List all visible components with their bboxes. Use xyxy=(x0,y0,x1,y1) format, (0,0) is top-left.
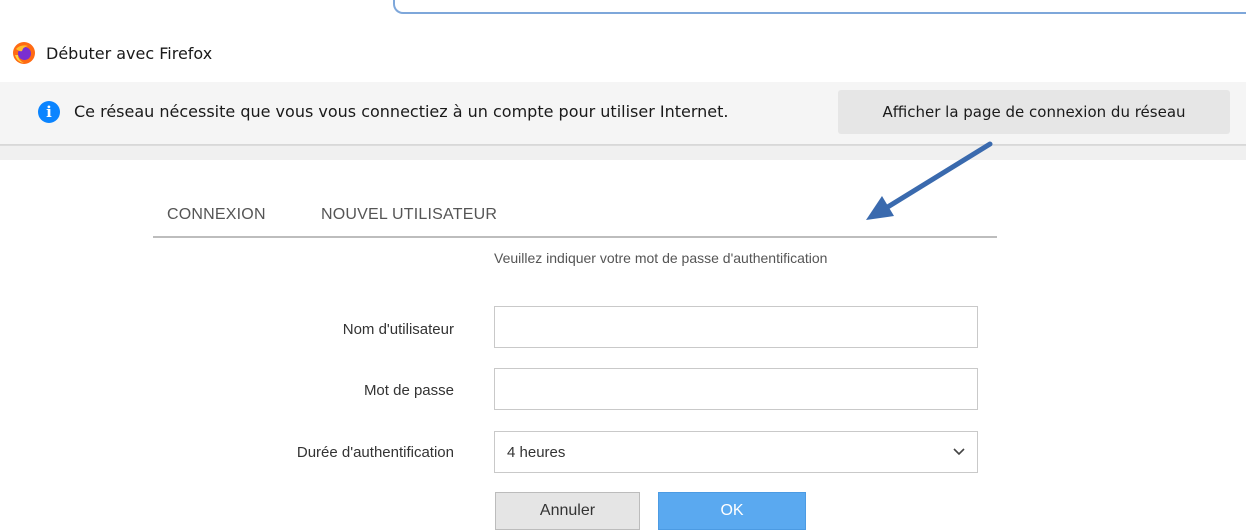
username-input[interactable] xyxy=(494,306,978,348)
chevron-down-icon xyxy=(953,448,965,456)
auth-tabs: CONNEXION NOUVEL UTILISATEUR xyxy=(153,196,997,238)
duration-label: Durée d'authentification xyxy=(296,444,454,461)
duration-selected-value: 4 heures xyxy=(507,443,566,461)
captive-portal-notification: i Ce réseau nécessite que vous vous conn… xyxy=(0,82,1246,145)
bookmark-label: Débuter avec Firefox xyxy=(46,43,213,63)
form-hint: Veuillez indiquer votre mot de passe d'a… xyxy=(494,250,828,266)
firefox-icon xyxy=(13,42,35,64)
urlbar-edge xyxy=(393,0,1246,14)
bookmarks-toolbar: Débuter avec Firefox xyxy=(0,30,1246,80)
duration-select[interactable]: 4 heures xyxy=(494,431,978,473)
password-input[interactable] xyxy=(494,368,978,410)
open-login-page-button[interactable]: Afficher la page de connexion du réseau xyxy=(838,90,1230,134)
tab-login[interactable]: CONNEXION xyxy=(167,206,266,224)
username-label: Nom d'utilisateur xyxy=(342,321,454,338)
divider xyxy=(0,145,1246,160)
ok-button[interactable]: OK xyxy=(658,492,806,530)
cancel-button[interactable]: Annuler xyxy=(495,492,640,530)
bookmark-getting-started[interactable]: Débuter avec Firefox xyxy=(12,40,212,66)
password-label: Mot de passe xyxy=(363,382,454,399)
info-icon: i xyxy=(38,101,60,123)
tab-new-user[interactable]: NOUVEL UTILISATEUR xyxy=(321,206,497,224)
notification-message: Ce réseau nécessite que vous vous connec… xyxy=(74,102,729,121)
